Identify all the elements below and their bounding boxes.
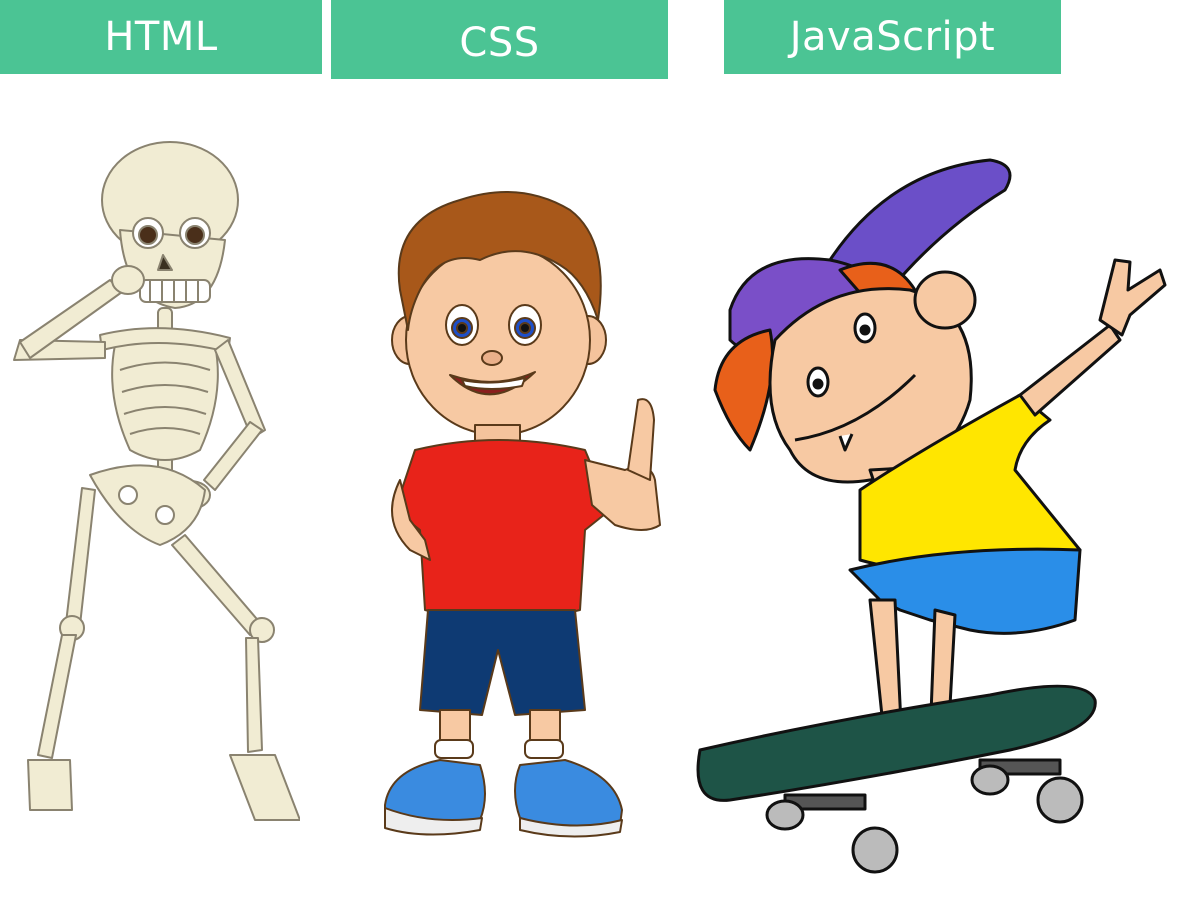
javascript-label: JavaScript [724, 0, 1061, 74]
skeleton-illustration [0, 130, 300, 830]
html-label-text: HTML [104, 14, 218, 60]
html-label: HTML [0, 0, 322, 74]
css-label: CSS [331, 0, 668, 79]
javascript-label-text: JavaScript [789, 14, 996, 60]
css-label-text: CSS [459, 19, 540, 66]
boy-thumbs-up-illustration [370, 180, 680, 850]
skateboarder-illustration [690, 150, 1170, 890]
